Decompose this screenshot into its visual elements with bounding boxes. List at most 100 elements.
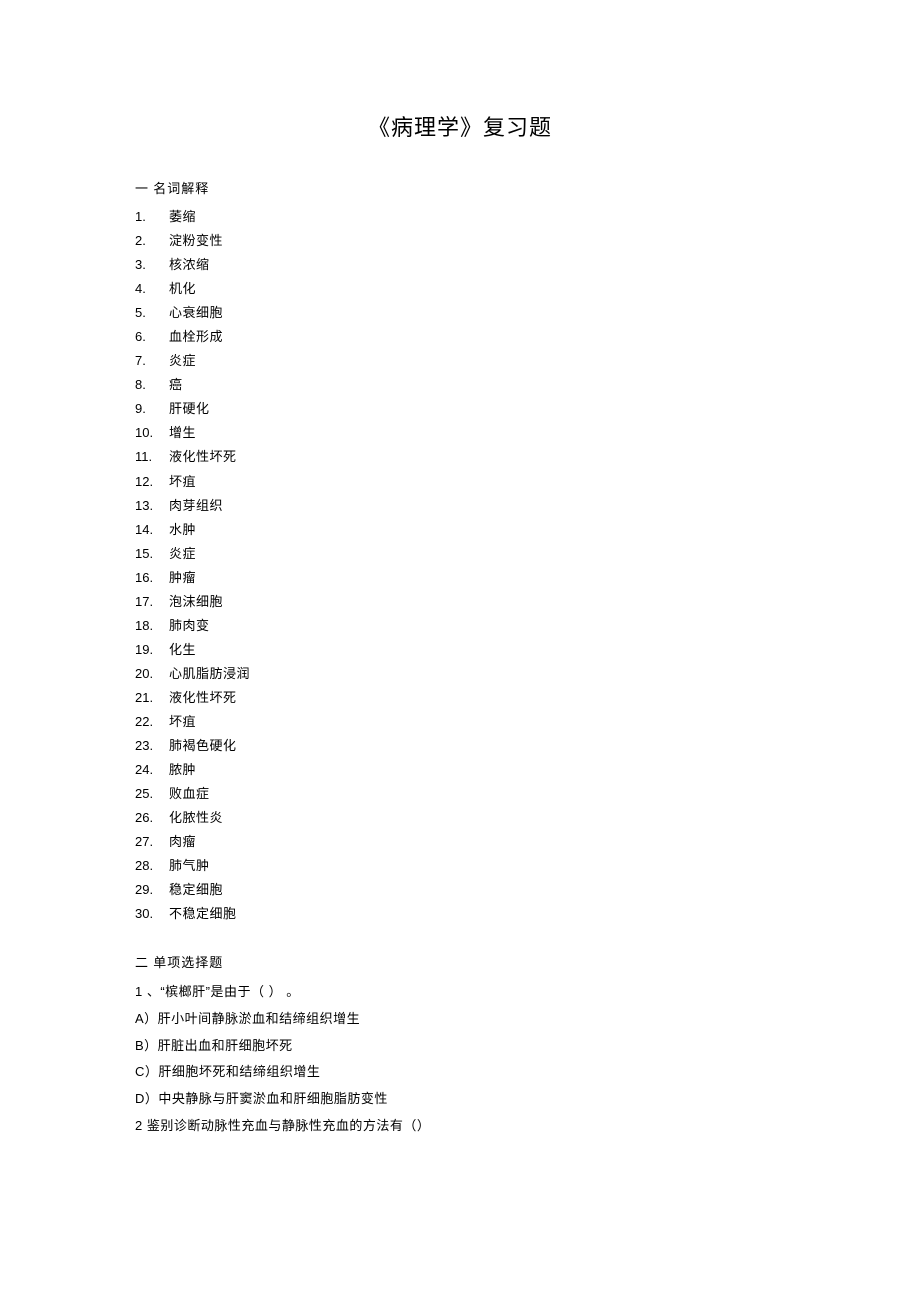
list-item: 12.坏疽 [135,470,785,494]
list-item: 29.稳定细胞 [135,878,785,902]
term-number: 10. [135,421,169,445]
term-text: 泡沫细胞 [169,590,223,614]
list-item: 4.机化 [135,277,785,301]
list-item: 27.肉瘤 [135,830,785,854]
term-text: 脓肿 [169,758,196,782]
term-text: 增生 [169,421,196,445]
term-text: 心衰细胞 [169,301,223,325]
term-text: 肝硬化 [169,397,210,421]
term-number: 30. [135,902,169,926]
term-number: 29. [135,878,169,902]
section-1-heading: 一 名词解释 [135,178,785,197]
option-label: A） [135,1011,158,1026]
list-item: 20.心肌脂肪浸润 [135,662,785,686]
term-number: 5. [135,301,169,325]
question-text: “槟榔肝”是由于（ ） 。 [160,984,299,999]
list-item: 3.核浓缩 [135,253,785,277]
list-item: 21.液化性坏死 [135,686,785,710]
term-number: 3. [135,253,169,277]
term-text: 败血症 [169,782,210,806]
term-text: 坏疽 [169,470,196,494]
question-number: 2 [135,1118,143,1133]
list-item: 18.肺肉变 [135,614,785,638]
term-number: 6. [135,325,169,349]
question-text: 鉴别诊断动脉性充血与静脉性充血的方法有（） [143,1118,431,1133]
list-item: 28.肺气肿 [135,854,785,878]
term-text: 肉芽组织 [169,494,223,518]
option-label: C） [135,1064,158,1079]
question-number: 1 、 [135,984,160,999]
term-number: 16. [135,566,169,590]
list-item: 25.败血症 [135,782,785,806]
term-text: 液化性坏死 [169,686,237,710]
term-text: 癌 [169,373,183,397]
term-number: 13. [135,494,169,518]
term-number: 9. [135,397,169,421]
term-text: 机化 [169,277,196,301]
list-item: 17.泡沫细胞 [135,590,785,614]
term-number: 7. [135,349,169,373]
term-number: 28. [135,854,169,878]
option-label: B） [135,1038,158,1053]
list-item: 26.化脓性炎 [135,806,785,830]
term-text: 坏疽 [169,710,196,734]
mc-question-1: 1 、“槟榔肝”是由于（ ） 。 A）肝小叶间静脉淤血和结缔组织增生 B）肝脏出… [135,979,785,1112]
term-number: 8. [135,373,169,397]
term-text: 肺褐色硬化 [169,734,237,758]
option-text: 中央静脉与肝窦淤血和肝细胞脂肪变性 [158,1091,388,1106]
term-text: 肉瘤 [169,830,196,854]
term-text: 水肿 [169,518,196,542]
list-item: 5.心衰细胞 [135,301,785,325]
terms-list: 1.萎缩 2.淀粉变性 3.核浓缩 4.机化 5.心衰细胞 6.血栓形成 7.炎… [135,205,785,926]
term-text: 炎症 [169,542,196,566]
list-item: 9.肝硬化 [135,397,785,421]
term-number: 20. [135,662,169,686]
question-stem: 2 鉴别诊断动脉性充血与静脉性充血的方法有（） [135,1113,785,1140]
list-item: 10.增生 [135,421,785,445]
mc-option: C）肝细胞坏死和结缔组织增生 [135,1059,785,1086]
term-text: 淀粉变性 [169,229,223,253]
term-number: 27. [135,830,169,854]
term-text: 心肌脂肪浸润 [169,662,250,686]
option-text: 肝脏出血和肝细胞坏死 [158,1038,293,1053]
mc-question-2: 2 鉴别诊断动脉性充血与静脉性充血的方法有（） [135,1113,785,1140]
term-text: 液化性坏死 [169,445,237,469]
term-number: 14. [135,518,169,542]
term-text: 不稳定细胞 [169,902,237,926]
list-item: 14.水肿 [135,518,785,542]
term-text: 化脓性炎 [169,806,223,830]
section-2-heading: 二 单项选择题 [135,952,785,971]
mc-option: B）肝脏出血和肝细胞坏死 [135,1033,785,1060]
term-number: 12. [135,470,169,494]
term-number: 24. [135,758,169,782]
list-item: 6.血栓形成 [135,325,785,349]
list-item: 11.液化性坏死 [135,445,785,469]
term-text: 炎症 [169,349,196,373]
term-text: 萎缩 [169,205,196,229]
term-text: 稳定细胞 [169,878,223,902]
term-number: 1. [135,205,169,229]
term-number: 23. [135,734,169,758]
list-item: 23.肺褐色硬化 [135,734,785,758]
mc-option: D）中央静脉与肝窦淤血和肝细胞脂肪变性 [135,1086,785,1113]
term-text: 肿瘤 [169,566,196,590]
option-label: D） [135,1091,158,1106]
list-item: 13.肉芽组织 [135,494,785,518]
list-item: 15.炎症 [135,542,785,566]
term-number: 22. [135,710,169,734]
list-item: 22.坏疽 [135,710,785,734]
term-text: 核浓缩 [169,253,210,277]
list-item: 1.萎缩 [135,205,785,229]
term-number: 21. [135,686,169,710]
term-number: 26. [135,806,169,830]
option-text: 肝小叶间静脉淤血和结缔组织增生 [158,1011,361,1026]
term-number: 4. [135,277,169,301]
term-text: 肺气肿 [169,854,210,878]
term-number: 2. [135,229,169,253]
term-number: 17. [135,590,169,614]
term-text: 血栓形成 [169,325,223,349]
option-text: 肝细胞坏死和结缔组织增生 [158,1064,320,1079]
mc-option: A）肝小叶间静脉淤血和结缔组织增生 [135,1006,785,1033]
list-item: 24.脓肿 [135,758,785,782]
question-stem: 1 、“槟榔肝”是由于（ ） 。 [135,979,785,1006]
